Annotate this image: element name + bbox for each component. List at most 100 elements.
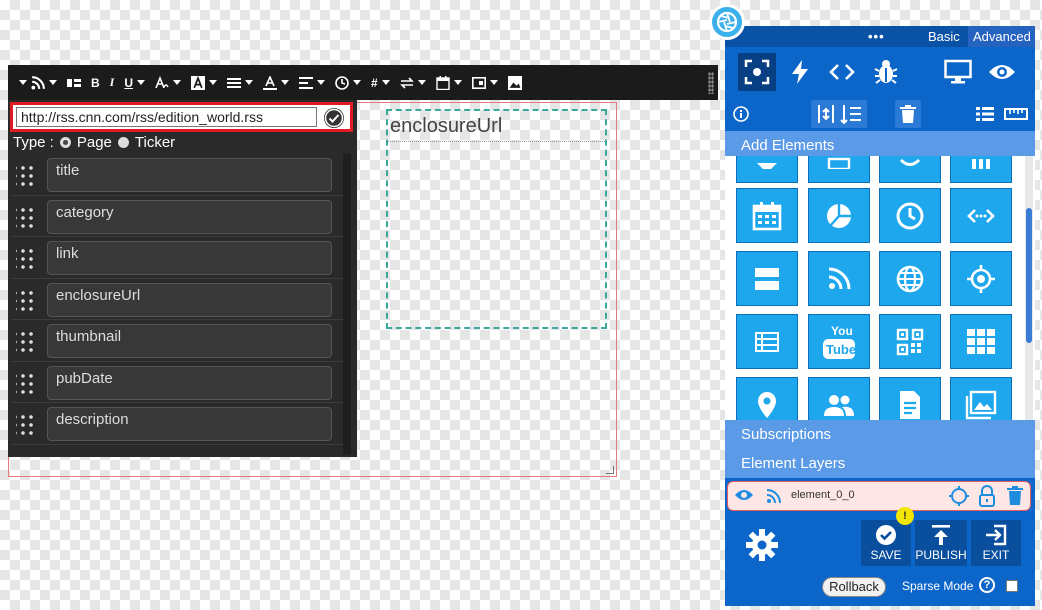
drag-handle-icon[interactable] xyxy=(16,245,34,270)
youtube-element-tile[interactable]: You Tube xyxy=(808,314,870,369)
select-mode-button[interactable] xyxy=(738,53,776,91)
type-page-label[interactable]: Page xyxy=(77,134,112,151)
confirm-url-button[interactable] xyxy=(324,108,344,128)
list-icon xyxy=(755,331,779,352)
frame-button[interactable] xyxy=(467,70,503,96)
partial-tile[interactable] xyxy=(736,156,798,183)
rss-element-tile[interactable] xyxy=(808,251,870,306)
settings-button[interactable] xyxy=(745,528,779,567)
save-button[interactable]: SAVE xyxy=(861,520,911,566)
advanced-mode-tab[interactable]: Advanced xyxy=(968,26,1035,47)
resize-handle[interactable] xyxy=(606,466,614,474)
text-style-button[interactable] xyxy=(150,70,186,96)
field-row[interactable]: enclosureUrl xyxy=(12,279,346,320)
align-button[interactable] xyxy=(294,70,330,96)
layer-name[interactable]: element_0_0 xyxy=(791,489,855,501)
underline-button[interactable]: U xyxy=(119,70,150,96)
preview-button[interactable] xyxy=(983,53,1021,91)
layout-element-tile[interactable] xyxy=(736,251,798,306)
pie-chart-element-tile[interactable] xyxy=(808,188,870,243)
scrollbar-thumb[interactable] xyxy=(1026,208,1032,343)
partial-tile[interactable] xyxy=(950,156,1012,183)
field-row[interactable]: thumbnail xyxy=(12,320,346,362)
field-category[interactable]: category xyxy=(47,199,332,234)
field-row[interactable]: category xyxy=(12,196,346,237)
type-ticker-label[interactable]: Ticker xyxy=(135,134,175,151)
type-page-radio[interactable] xyxy=(59,137,71,148)
clock-button[interactable] xyxy=(330,70,366,96)
calendar-button[interactable] xyxy=(431,70,467,96)
drag-handle-icon[interactable] xyxy=(16,328,34,353)
code-element-tile[interactable] xyxy=(950,188,1012,243)
grid-element-tile[interactable] xyxy=(950,314,1012,369)
partial-tile[interactable] xyxy=(808,156,870,183)
drag-handle-icon[interactable] xyxy=(16,286,34,311)
map-element-tile[interactable] xyxy=(736,377,798,420)
app-logo[interactable] xyxy=(709,4,745,40)
eye-icon[interactable] xyxy=(734,488,754,502)
enclosure-url-element[interactable]: enclosureUrl xyxy=(386,109,607,329)
element-layers-header[interactable]: Element Layers xyxy=(725,449,1035,478)
subscriptions-header[interactable]: Subscriptions xyxy=(725,420,1035,449)
sparse-mode-checkbox[interactable] xyxy=(1006,580,1018,592)
italic-button[interactable]: I xyxy=(105,70,120,96)
field-row[interactable]: description xyxy=(12,403,346,445)
swap-button[interactable] xyxy=(395,70,431,96)
desktop-preview-button[interactable] xyxy=(939,53,977,91)
gallery-element-tile[interactable] xyxy=(950,377,1012,420)
web-element-tile[interactable] xyxy=(879,251,941,306)
layers-list-button[interactable] xyxy=(974,100,996,128)
field-row[interactable]: title xyxy=(12,154,346,196)
feed-url-input[interactable] xyxy=(16,107,317,127)
field-enclosure-url[interactable]: enclosureUrl xyxy=(47,282,332,317)
debug-mode-button[interactable] xyxy=(867,53,905,91)
field-pubdate[interactable]: pubDate xyxy=(47,365,332,400)
document-element-tile[interactable] xyxy=(879,377,941,420)
delete-element-button[interactable] xyxy=(895,100,921,128)
hash-button[interactable]: # xyxy=(366,70,395,96)
rollback-button[interactable]: Rollback xyxy=(822,577,886,597)
palette-scrollbar[interactable] xyxy=(1025,156,1033,420)
field-thumbnail[interactable]: thumbnail xyxy=(47,324,332,358)
font-color-button[interactable] xyxy=(258,70,294,96)
partial-tile[interactable] xyxy=(879,156,941,183)
layout-button[interactable] xyxy=(62,70,86,96)
publish-button[interactable]: PUBLISH xyxy=(915,520,967,566)
text-bg-button[interactable] xyxy=(186,70,222,96)
toolbar-drag-handle[interactable] xyxy=(708,71,714,94)
basic-mode-tab[interactable]: Basic xyxy=(928,29,960,44)
more-menu-icon[interactable]: ••• xyxy=(868,29,885,44)
field-title[interactable]: title xyxy=(47,158,332,192)
drag-handle-icon[interactable] xyxy=(16,369,34,394)
field-list-scrollbar[interactable] xyxy=(343,154,351,454)
lock-icon[interactable] xyxy=(978,485,996,507)
info-button[interactable] xyxy=(731,100,751,128)
exit-button[interactable]: EXIT xyxy=(971,520,1021,566)
field-row[interactable]: pubDate xyxy=(12,362,346,403)
qr-code-element-tile[interactable] xyxy=(879,314,941,369)
field-link[interactable]: link xyxy=(47,241,332,275)
people-element-tile[interactable] xyxy=(808,377,870,420)
help-icon[interactable]: ? xyxy=(979,577,995,593)
actions-mode-button[interactable] xyxy=(781,53,819,91)
target-icon[interactable] xyxy=(948,485,970,507)
layer-row[interactable]: element_0_0 xyxy=(727,481,1031,511)
drag-handle-icon[interactable] xyxy=(16,203,34,228)
field-description[interactable]: description xyxy=(47,407,332,441)
bold-button[interactable]: B xyxy=(86,70,105,96)
ruler-button[interactable] xyxy=(1003,100,1029,128)
drag-handle-icon[interactable] xyxy=(16,411,34,436)
table-element-tile[interactable] xyxy=(736,314,798,369)
align-controls[interactable] xyxy=(811,100,867,128)
location-element-tile[interactable] xyxy=(950,251,1012,306)
rss-dropdown[interactable] xyxy=(14,70,62,96)
type-ticker-radio[interactable] xyxy=(117,137,129,148)
code-mode-button[interactable] xyxy=(823,53,861,91)
field-row[interactable]: link xyxy=(12,237,346,279)
calendar-element-tile[interactable] xyxy=(736,188,798,243)
clock-element-tile[interactable] xyxy=(879,188,941,243)
drag-handle-icon[interactable] xyxy=(16,162,34,187)
list-style-button[interactable] xyxy=(222,70,258,96)
trash-icon[interactable] xyxy=(1007,486,1023,505)
image-button[interactable] xyxy=(503,70,527,96)
